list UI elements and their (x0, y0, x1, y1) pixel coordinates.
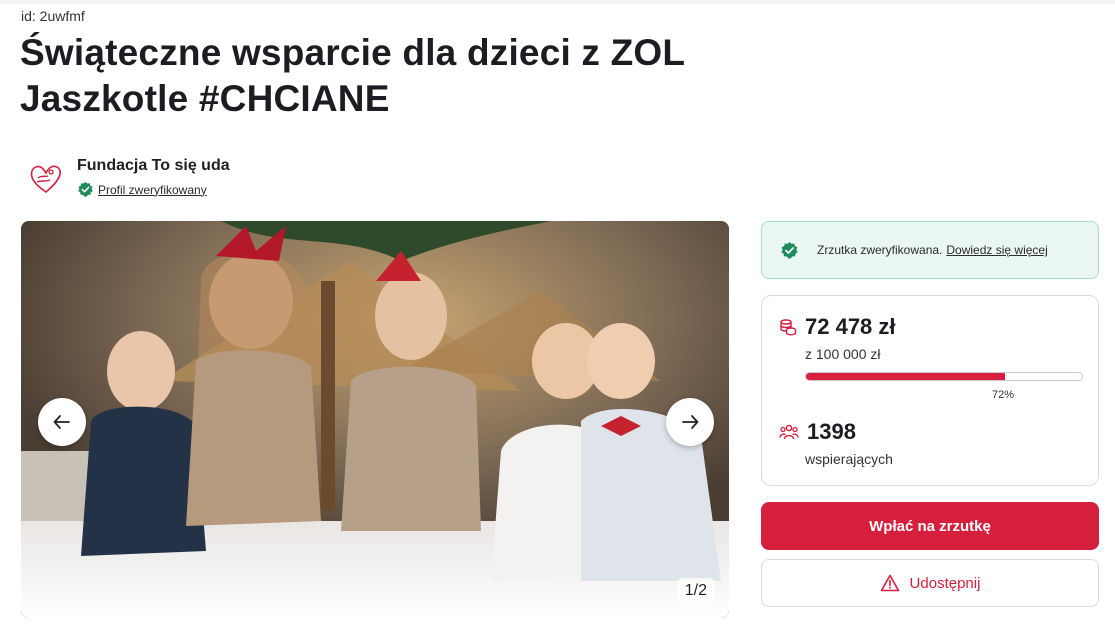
progress-fill (806, 373, 1005, 380)
people-icon (779, 424, 799, 440)
stats-card: 72 478 zł z 100 000 zł 72% 1398 wspieraj… (761, 295, 1099, 486)
page-title: Świąteczne wsparcie dla dzieci z ZOL Jas… (20, 30, 780, 122)
arrow-left-icon (53, 415, 70, 429)
verified-profile-link[interactable]: Profil zweryfikowany (98, 183, 207, 197)
verified-badge-icon (78, 181, 93, 197)
verification-notice: Zrzutka zweryfikowana. Dowiedz się więcej (761, 221, 1099, 279)
supporters-count: 1398 (807, 419, 856, 444)
amount-row: 72 478 zł (779, 314, 896, 340)
progress-percent: 72% (992, 389, 1015, 401)
campaign-photo (21, 221, 729, 618)
organizer-logo-icon[interactable] (26, 158, 66, 198)
image-gallery[interactable]: 1/2 (21, 221, 729, 618)
campaign-id: id: 2uwfmf (21, 8, 85, 24)
organizer-name[interactable]: Fundacja To się uda (77, 157, 230, 175)
title-line-2: Jaszkotle #CHCIANE (20, 78, 390, 119)
donate-button[interactable]: Wpłać na zrzutkę (761, 502, 1099, 550)
progress-bar (805, 372, 1083, 381)
supporters-row: 1398 (779, 419, 856, 445)
amount-raised: 72 478 zł (805, 314, 896, 339)
verification-label: Zrzutka zweryfikowana. (817, 243, 943, 257)
arrow-right-icon (682, 415, 699, 429)
organizer-verified: Profil zweryfikowany (77, 181, 230, 198)
share-button[interactable]: Udostępnij (761, 559, 1099, 607)
supporters-label: wspierających (805, 451, 893, 467)
warning-icon (880, 574, 899, 592)
verified-badge-icon (781, 241, 798, 258)
organizer: Fundacja To się uda Profil zweryfikowany (26, 156, 230, 198)
amount-goal: z 100 000 zł (805, 346, 881, 362)
top-bar (0, 0, 1115, 4)
verification-text: Zrzutka zweryfikowana. Dowiedz się więcej (817, 243, 1048, 257)
gallery-counter: 1/2 (676, 578, 715, 604)
learn-more-link[interactable]: Dowiedz się więcej (946, 243, 1047, 257)
title-line-1: Świąteczne wsparcie dla dzieci z ZOL (20, 32, 686, 73)
coins-icon (780, 319, 797, 336)
gallery-prev-button[interactable] (38, 398, 86, 446)
gallery-next-button[interactable] (666, 398, 714, 446)
share-label: Udostępnij (909, 574, 981, 592)
